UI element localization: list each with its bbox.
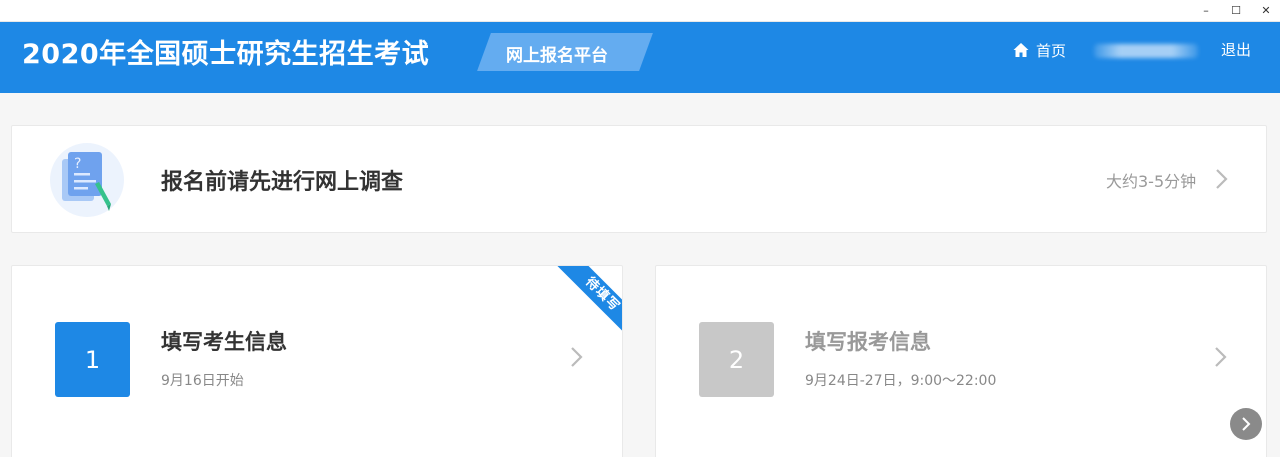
step-card-2[interactable]: 2 填写报考信息 9月24日-27日，9:00～22:00 — [655, 265, 1267, 457]
chevron-right-icon — [1216, 169, 1228, 189]
page-title: 2020年全国硕士研究生招生考试 — [22, 39, 430, 70]
nav-home-link[interactable]: 首页 — [1012, 39, 1066, 61]
window-titlebar: – ☐ ✕ — [0, 0, 1280, 22]
chevron-right-icon — [1242, 417, 1251, 431]
username-redacted — [1094, 44, 1198, 58]
step-number-badge: 1 — [55, 322, 130, 397]
logout-link[interactable]: 退出 — [1221, 39, 1251, 60]
scroll-next-button[interactable] — [1230, 408, 1262, 440]
home-icon — [1013, 43, 1029, 57]
step-subtitle: 9月24日-27日，9:00～22:00 — [805, 373, 997, 389]
close-button[interactable]: ✕ — [1258, 3, 1274, 19]
maximize-button[interactable]: ☐ — [1228, 3, 1244, 19]
survey-document-icon: ? — [50, 143, 124, 217]
step-card-1[interactable]: 1 填写考生信息 9月16日开始 待填写 — [11, 265, 623, 457]
step-subtitle: 9月16日开始 — [161, 373, 244, 389]
survey-duration: 大约3-5分钟 — [1106, 172, 1197, 191]
svg-text:?: ? — [74, 156, 81, 172]
status-ribbon: 待填写 — [542, 266, 622, 346]
site-header: 2020年全国硕士研究生招生考试 网上报名平台 首页 退出 — [0, 22, 1280, 93]
status-badge: 待填写 — [551, 266, 622, 346]
step-title: 填写考生信息 — [161, 330, 287, 354]
nav-home-label: 首页 — [1036, 41, 1067, 60]
step-title: 填写报考信息 — [805, 330, 931, 354]
survey-card[interactable]: ? 报名前请先进行网上调查 大约3-5分钟 — [11, 125, 1267, 233]
minimize-button[interactable]: – — [1198, 3, 1214, 19]
platform-badge-label: 网上报名平台 — [506, 46, 608, 66]
step-number-badge: 2 — [699, 322, 774, 397]
survey-title: 报名前请先进行网上调查 — [161, 170, 404, 195]
chevron-right-icon — [1215, 347, 1227, 367]
chevron-right-icon — [571, 347, 583, 367]
